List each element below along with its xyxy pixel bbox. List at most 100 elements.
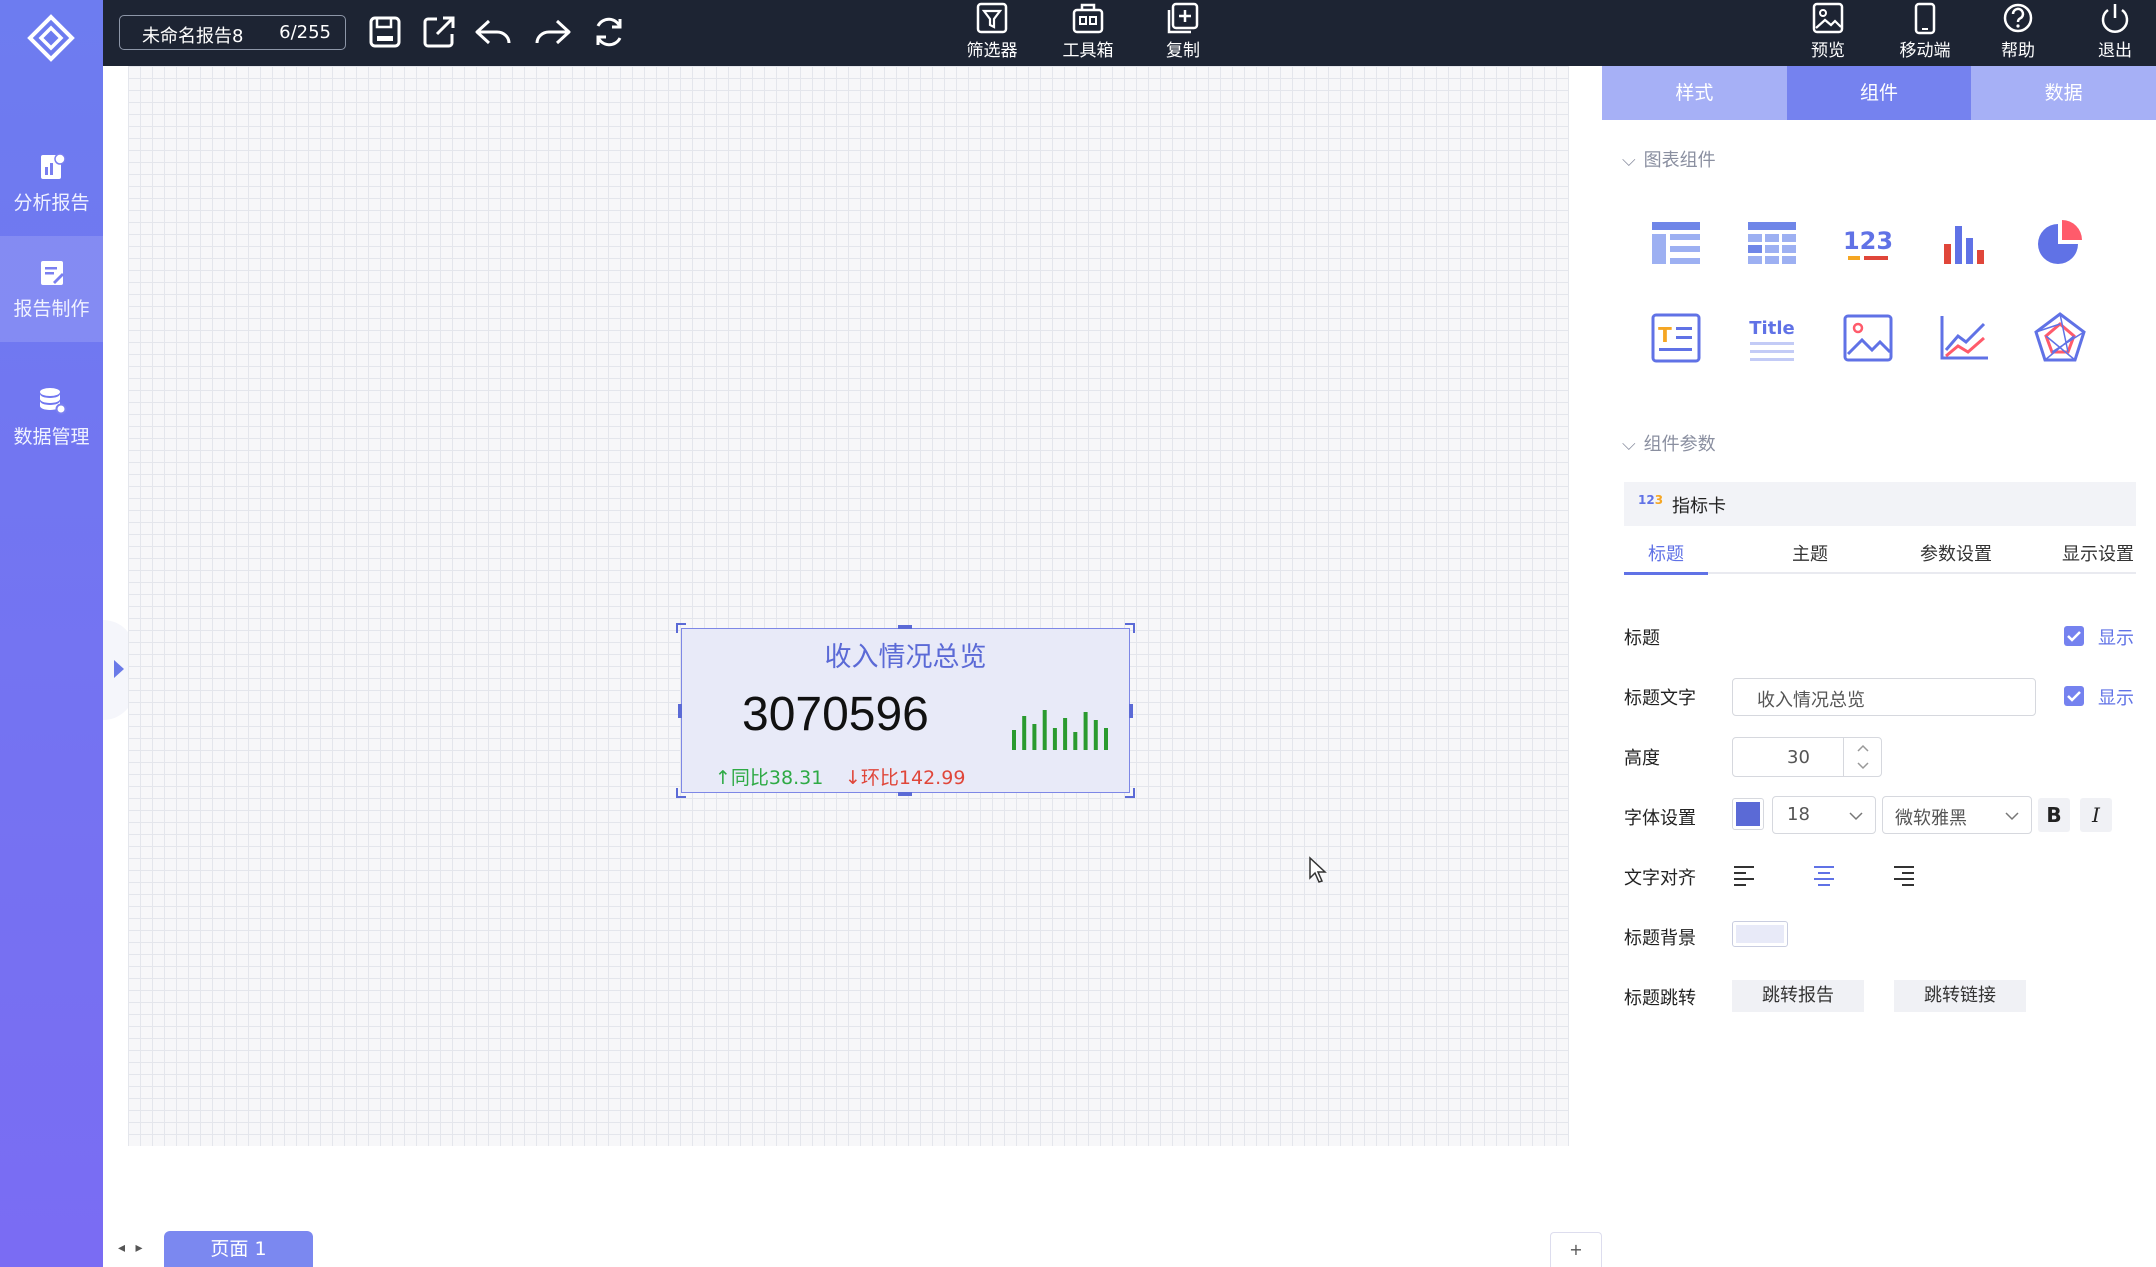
resize-handle-bottom-left[interactable] bbox=[676, 788, 686, 798]
line-chart-icon[interactable] bbox=[1936, 310, 1992, 366]
font-color-picker[interactable] bbox=[1732, 798, 1764, 830]
number-card-icon: 123 bbox=[1638, 493, 1664, 507]
redo-icon[interactable] bbox=[533, 12, 573, 52]
resize-handle-top-right[interactable] bbox=[1125, 623, 1135, 633]
kpi-card[interactable]: 收入情况总览 3070596 ↑同比38.31 ↓环比142.99 bbox=[681, 628, 1130, 793]
panel-tabs: 样式 组件 数据 bbox=[1602, 66, 2156, 120]
subtab-title[interactable]: 标题 bbox=[1648, 540, 1684, 566]
export-icon[interactable] bbox=[419, 12, 459, 52]
help-label: 帮助 bbox=[2001, 41, 2035, 61]
tab-component[interactable]: 组件 bbox=[1786, 66, 1972, 120]
align-right-icon[interactable] bbox=[1892, 864, 1916, 886]
svg-text:Title: Title bbox=[1749, 318, 1794, 339]
resize-handle-left[interactable] bbox=[678, 704, 682, 718]
resize-handle-bottom-right[interactable] bbox=[1125, 788, 1135, 798]
text-icon[interactable]: T bbox=[1648, 310, 1704, 366]
selected-component-name: 指标卡 bbox=[1672, 496, 1726, 517]
title-bg-color-picker[interactable] bbox=[1732, 921, 1788, 947]
image-icon[interactable] bbox=[1840, 310, 1896, 366]
exit-label: 退出 bbox=[2098, 41, 2132, 61]
font-size-select[interactable]: 18 bbox=[1772, 796, 1876, 834]
kpi-card-title: 收入情况总览 bbox=[824, 642, 987, 673]
copy-label: 复制 bbox=[1166, 41, 1200, 61]
page-nav-arrows[interactable]: ◂ ▸ bbox=[118, 1240, 143, 1256]
report-count: 6/255 bbox=[279, 22, 331, 43]
exit-button[interactable]: 退出 bbox=[2085, 0, 2145, 66]
table-icon[interactable] bbox=[1648, 216, 1704, 272]
bold-button[interactable]: B bbox=[2038, 798, 2070, 832]
save-icon[interactable] bbox=[365, 12, 405, 52]
section-title: 组件参数 bbox=[1643, 434, 1716, 455]
arrow-down-icon: ↓ bbox=[845, 767, 861, 789]
bar-chart-icon[interactable] bbox=[1936, 216, 1992, 272]
mini-bar bbox=[1093, 720, 1098, 750]
kpi-card-value: 3070596 bbox=[742, 688, 929, 741]
sidebar-item-analysis-report[interactable]: 分析报告 bbox=[0, 130, 103, 236]
resize-handle-bottom[interactable] bbox=[898, 792, 912, 796]
mobile-button[interactable]: 移动端 bbox=[1885, 0, 1965, 66]
font-family-select[interactable]: 微软雅黑 bbox=[1882, 796, 2032, 834]
caret-right-icon bbox=[114, 660, 124, 678]
title-bg-label: 标题背景 bbox=[1624, 928, 1696, 949]
jump-report-button[interactable]: 跳转报告 bbox=[1732, 980, 1864, 1012]
stepper-up-icon[interactable] bbox=[1857, 744, 1869, 752]
title-text-input[interactable]: 收入情况总览 bbox=[1732, 678, 2036, 716]
refresh-icon[interactable] bbox=[589, 12, 629, 52]
toolbox-button[interactable]: 工具箱 bbox=[1053, 0, 1123, 66]
filter-icon bbox=[976, 2, 1008, 34]
prev-page-icon[interactable]: ◂ bbox=[118, 1240, 125, 1256]
chevron-down-icon: ⌵ bbox=[1622, 434, 1636, 455]
preview-button[interactable]: 预览 bbox=[1798, 0, 1858, 66]
number-card-icon[interactable]: 123 bbox=[1840, 216, 1896, 272]
resize-handle-top[interactable] bbox=[898, 625, 912, 629]
subtab-param-settings[interactable]: 参数设置 bbox=[1920, 540, 1992, 566]
section-component-params[interactable]: ⌵ 组件参数 bbox=[1622, 430, 1716, 456]
copy-button[interactable]: 复制 bbox=[1148, 0, 1218, 66]
mini-bar bbox=[1104, 728, 1108, 750]
font-color-swatch bbox=[1736, 802, 1760, 826]
resize-handle-right[interactable] bbox=[1129, 704, 1133, 718]
undo-icon[interactable] bbox=[473, 12, 513, 52]
page-tab-1[interactable]: 页面 1 bbox=[164, 1231, 313, 1267]
add-page-button[interactable]: + bbox=[1550, 1232, 1602, 1267]
align-center-icon[interactable] bbox=[1812, 864, 1836, 886]
jump-link-button[interactable]: 跳转链接 bbox=[1894, 980, 2026, 1012]
filter-button[interactable]: 筛选器 bbox=[957, 0, 1027, 66]
grid-table-icon[interactable] bbox=[1744, 216, 1800, 272]
italic-button[interactable]: I bbox=[2080, 798, 2112, 832]
kpi-card-yoy-text: 同比38.31 bbox=[730, 767, 824, 789]
height-label: 高度 bbox=[1624, 748, 1660, 769]
kpi-card-mom: ↓环比142.99 bbox=[845, 763, 965, 790]
align-left-icon[interactable] bbox=[1732, 864, 1756, 886]
title-text-show-checkbox[interactable] bbox=[2064, 686, 2084, 706]
tab-style[interactable]: 样式 bbox=[1602, 66, 1787, 120]
sidebar-item-data-management[interactable]: 数据管理 bbox=[0, 364, 103, 470]
subtab-theme[interactable]: 主题 bbox=[1792, 540, 1828, 566]
app-logo-icon[interactable] bbox=[27, 14, 75, 62]
subtab-display-settings[interactable]: 显示设置 bbox=[2062, 540, 2134, 566]
height-stepper[interactable]: 30 bbox=[1732, 737, 1882, 777]
svg-text:123: 123 bbox=[1843, 227, 1893, 255]
toolbox-icon bbox=[1072, 3, 1104, 34]
sidebar-item-report-making[interactable]: 报告制作 bbox=[0, 236, 103, 342]
stepper-down-icon[interactable] bbox=[1857, 762, 1869, 770]
section-chart-components[interactable]: ⌵ 图表组件 bbox=[1622, 146, 1716, 172]
pie-chart-icon[interactable] bbox=[2032, 216, 2088, 272]
title-show-checkbox[interactable] bbox=[2064, 626, 2084, 646]
help-button[interactable]: 帮助 bbox=[1988, 0, 2048, 66]
left-sidebar: 分析报告 报告制作 数据管理 bbox=[0, 0, 103, 1267]
radar-chart-icon[interactable] bbox=[2032, 310, 2088, 366]
italic-icon: I bbox=[2092, 803, 2100, 827]
mini-bar-chart-icon bbox=[1012, 710, 1108, 750]
resize-handle-top-left[interactable] bbox=[676, 623, 686, 633]
chevron-down-icon bbox=[1849, 812, 1863, 821]
next-page-icon[interactable]: ▸ bbox=[135, 1240, 142, 1256]
title-icon[interactable]: Title bbox=[1744, 310, 1800, 366]
title-label: 标题 bbox=[1624, 628, 1660, 649]
preview-image-icon bbox=[1812, 2, 1844, 34]
mobile-label: 移动端 bbox=[1899, 41, 1951, 61]
sidebar-item-label: 分析报告 bbox=[13, 192, 90, 214]
tab-data[interactable]: 数据 bbox=[1971, 66, 2156, 120]
design-canvas[interactable]: 收入情况总览 3070596 ↑同比38.31 ↓环比142.99 bbox=[128, 66, 1569, 1146]
report-name-box[interactable]: 未命名报告8 6/255 bbox=[119, 15, 346, 50]
